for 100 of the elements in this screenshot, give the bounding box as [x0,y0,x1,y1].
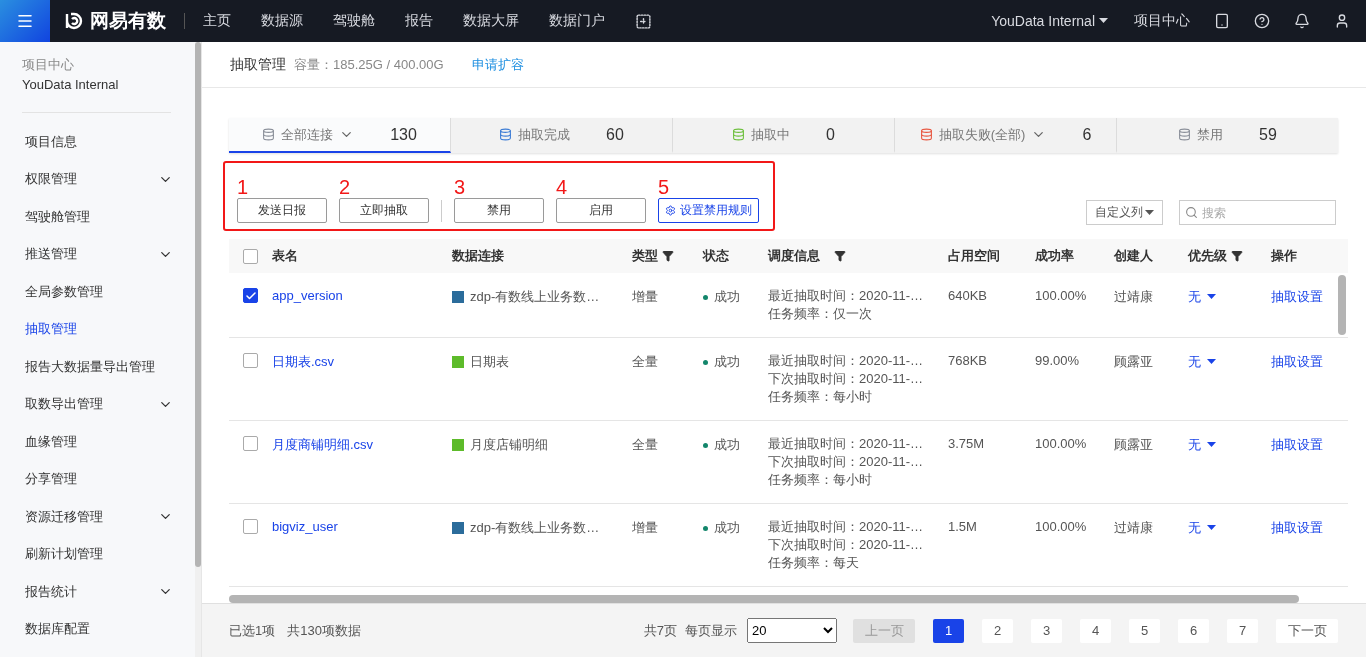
caret-icon [1207,294,1216,300]
extract-settings-link[interactable]: 抽取设置 [1271,354,1323,369]
status-tab[interactable]: 禁用 59 [1117,118,1338,153]
priority-dropdown[interactable]: 无 [1188,288,1216,306]
add-icon[interactable] [635,12,652,30]
status-label: 禁用 [1197,125,1224,144]
project-center-link[interactable]: 项目中心 [1134,12,1190,30]
status-tab[interactable]: 抽取完成 60 [451,118,673,153]
nav-link[interactable]: 数据源 [261,12,303,30]
table-cell-text: 3.75M [948,436,986,451]
caret-icon [1099,18,1108,24]
priority-dropdown[interactable]: 无 [1188,436,1216,454]
sidebar-item[interactable]: 取数导出管理 [0,385,195,423]
table-name-link[interactable]: bigviz_user [272,519,338,534]
per-page-label: 每页显示 [685,621,737,640]
sidebar-item[interactable]: 推送管理 [0,235,195,273]
page-button[interactable]: 5 [1129,618,1160,643]
priority-dropdown[interactable]: 无 [1188,353,1216,371]
table-cell: 成功 [714,288,740,306]
sidebar-item[interactable]: 刷新计划管理 [0,535,195,573]
sidebar-item[interactable]: 血缘管理 [0,423,195,461]
table-cell-text: 下次抽取时间：2020-11-… [768,537,925,553]
nav-link[interactable]: 数据门户 [549,12,605,30]
page-count: 共7页 [643,621,677,640]
sidebar-item[interactable]: 资源迁移管理 [0,498,195,536]
sidebar-item[interactable]: 报告统计 [0,573,195,611]
total-count: 共130项数据 [287,621,361,640]
status-count: 130 [390,125,417,144]
row-checkbox[interactable] [243,353,258,368]
table-cell-text: 100.00% [1035,436,1088,451]
row-checkbox[interactable] [243,436,258,451]
tablet-icon[interactable] [1214,13,1230,29]
sidebar-item[interactable]: 全局参数管理 [0,273,195,311]
extract-settings-link[interactable]: 抽取设置 [1271,520,1323,535]
column-header: 调度信息 [768,247,948,265]
table-cell: zdp-有数线上业务数… [470,288,600,306]
notification-icon[interactable] [1294,13,1310,29]
scrollbar-thumb[interactable] [1338,275,1346,335]
table-cell-text: 过靖康 [1114,519,1154,537]
column-header: 数据连接 [452,247,505,265]
toolbar-button[interactable]: 立即抽取 [339,198,429,223]
row-checkbox[interactable] [243,519,258,534]
user-icon[interactable] [1334,13,1350,29]
toolbar-button[interactable]: 设置禁用规则 [658,198,759,223]
caret-icon [1207,359,1216,365]
table-cell: zdp-有数线上业务数… [470,519,600,537]
page-button[interactable]: 3 [1031,618,1062,643]
page-button[interactable]: 1 [933,618,964,643]
nav-link[interactable]: 报告 [405,12,433,30]
filter-icon [662,250,674,262]
table-cell-text: 任务频率：每小时 [768,472,873,488]
toolbar-button[interactable]: 启用 [556,198,646,223]
sidebar-item[interactable]: 权限管理 [0,160,195,198]
status-label: 抽取中 [751,125,791,144]
table-cell-text: 下次抽取时间：2020-11-… [768,454,925,470]
extract-settings-link[interactable]: 抽取设置 [1271,437,1323,452]
toolbar-button[interactable]: 禁用 [454,198,544,223]
status-tab[interactable]: 抽取中 0 [673,118,895,153]
project-dropdown[interactable]: YouData Internal [991,13,1108,29]
help-icon[interactable] [1254,13,1270,29]
table-cell-text: 99.00% [1035,353,1081,368]
table-cell-text: 最近抽取时间：2020-11-… [768,436,925,452]
page-button[interactable]: 2 [982,618,1013,643]
scrollbar-thumb[interactable] [229,595,1299,603]
sidebar-item[interactable]: 报告大数据量导出管理 [0,348,195,386]
custom-columns-button[interactable]: 自定义列 [1086,200,1163,225]
table-name-link[interactable]: 日期表.csv [272,354,335,369]
search-field[interactable]: 搜索 [1179,200,1336,225]
column-header: 状态 [703,247,730,265]
table-cell-text: 增量 [632,288,659,306]
sidebar-item[interactable]: 分享管理 [0,460,195,498]
table-cell-text: 1.5M [948,519,978,534]
page-button[interactable]: 4 [1080,618,1111,643]
extract-settings-link[interactable]: 抽取设置 [1271,289,1323,304]
column-header: 优先级 [1188,247,1271,265]
page-button[interactable]: 6 [1178,618,1209,643]
expand-capacity-link[interactable]: 申请扩容 [471,55,524,74]
table-cell: 成功 [714,519,740,537]
scrollbar-thumb[interactable] [195,42,201,567]
priority-dropdown[interactable]: 无 [1188,519,1216,537]
select-all-checkbox[interactable] [243,248,258,264]
sidebar-item[interactable]: 数据库配置 [0,610,195,648]
nav-link[interactable]: 数据大屏 [463,12,519,30]
row-checkbox[interactable] [243,288,258,303]
column-header: 表名 [272,247,299,265]
sidebar-item[interactable]: 项目信息 [0,123,195,161]
table-name-link[interactable]: app_version [272,288,343,303]
nav-link[interactable]: 主页 [203,12,231,30]
sidebar-item[interactable]: 驾驶舱管理 [0,198,195,236]
page-button[interactable]: 7 [1227,618,1258,643]
sidebar-caption: 项目中心 [21,56,75,74]
menu-button[interactable] [0,0,50,42]
table-cell-text: 任务频率：仅一次 [768,306,873,322]
toolbar-button[interactable]: 发送日报 [237,198,327,223]
status-tab[interactable]: 抽取失败(全部) 6 [895,118,1117,153]
next-page-button[interactable]: 下一页 [1276,618,1338,643]
status-tab[interactable]: 全部连接 130 [229,118,451,153]
table-name-link[interactable]: 月度商铺明细.csv [272,437,374,452]
per-page-select[interactable]: 20 [747,618,837,643]
nav-link[interactable]: 驾驶舱 [333,12,375,30]
